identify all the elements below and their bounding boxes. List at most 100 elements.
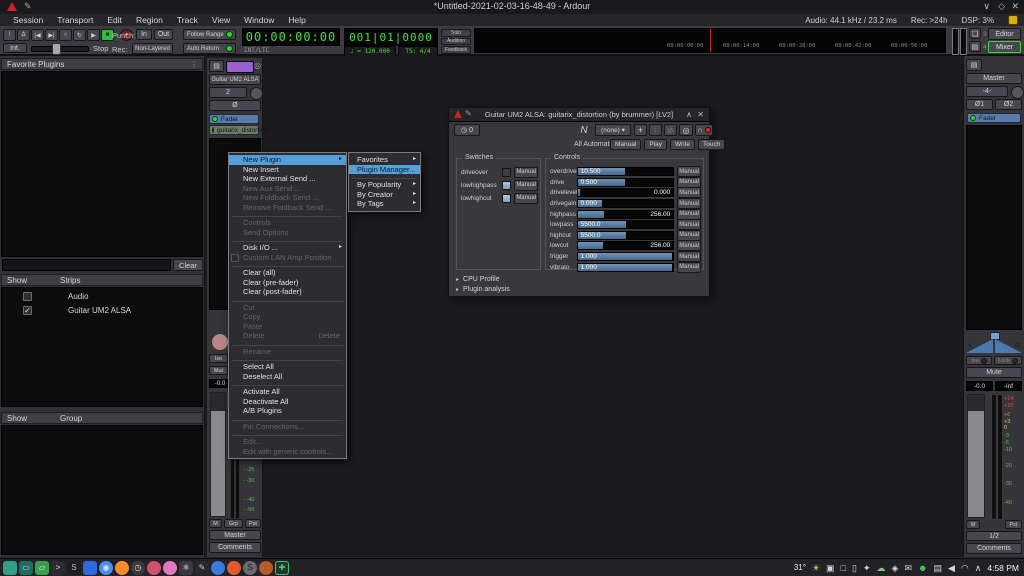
alert-icon[interactable]: ✦	[863, 561, 871, 575]
battery-icon[interactable]: ▯	[852, 561, 857, 575]
menubar-item[interactable]: Track	[170, 15, 205, 25]
fader-mode-icon[interactable]: ▤	[966, 59, 982, 71]
switch-checkbox[interactable]	[502, 168, 511, 177]
mini-timeline[interactable]: 00:00:00:00 00:00:14:00 00:00:28:00 00:0…	[474, 28, 946, 53]
control-slider[interactable]: 256.00	[577, 241, 675, 250]
menubar-item[interactable]: Region	[129, 15, 170, 25]
context-menu-item[interactable]: Custom LAN Amp Position ▸	[229, 253, 346, 263]
latency-button[interactable]: ◷ 0	[454, 124, 480, 136]
context-menu-item[interactable]: Disk I/O ... ▸	[229, 243, 346, 253]
track-color-swatch[interactable]	[226, 61, 254, 73]
input-button[interactable]: 2	[209, 87, 247, 98]
submenu-item[interactable]: Plugin Manager... ▸	[349, 165, 420, 175]
new-window-icon[interactable]: ✚	[275, 561, 289, 575]
fader-mode-icon[interactable]: ▤	[209, 60, 224, 72]
control-slider[interactable]: 5500.0	[577, 231, 675, 240]
transport-button[interactable]: ▶|	[45, 29, 58, 41]
strip-icon[interactable]: ▤	[969, 41, 981, 52]
wifi-icon[interactable]: ◠	[961, 561, 969, 575]
processor-box[interactable]	[966, 125, 1022, 330]
auto-return-button[interactable]: Auto Return	[183, 43, 236, 54]
context-menu-item[interactable]: Copy ▸	[229, 312, 346, 322]
group-button[interactable]: Grp	[224, 519, 243, 528]
strip-visible-checkbox[interactable]: ✓	[23, 306, 32, 315]
control-manual-button[interactable]: Manual	[677, 198, 701, 209]
shield-icon[interactable]: ◈	[892, 561, 899, 575]
control-manual-button[interactable]: Manual	[677, 262, 701, 273]
submenu-item[interactable]: By Tags ▸	[349, 199, 420, 209]
master-output-button[interactable]: -4-	[966, 86, 1008, 97]
mute-button[interactable]: Mut	[209, 366, 228, 375]
paint-app-icon[interactable]	[163, 561, 177, 575]
steam-icon[interactable]: S	[243, 561, 257, 575]
automation-state-button[interactable]: Touch	[698, 139, 725, 150]
iso-button[interactable]: Iso	[966, 356, 992, 365]
metering-point-button[interactable]: Pst	[245, 519, 261, 528]
transport-button[interactable]: !	[3, 29, 16, 41]
menubar-item[interactable]: View	[205, 15, 237, 25]
phase2-button[interactable]: Ø2	[995, 99, 1022, 110]
context-menu-item[interactable]: New Foldback Send ... ▸	[229, 193, 346, 203]
control-slider[interactable]: 1.000	[577, 263, 675, 272]
caret-up-icon[interactable]: ∧	[975, 561, 982, 575]
switch-checkbox[interactable]	[502, 181, 511, 190]
close-button[interactable]: ✕	[1011, 1, 1019, 12]
bypass-button[interactable]: ∩	[695, 124, 713, 136]
gain-fader[interactable]	[210, 392, 226, 517]
clock-app-icon[interactable]: ◷	[131, 561, 145, 575]
track-name-button[interactable]: Guitar UM2 ALSA	[209, 74, 261, 85]
expander-row[interactable]: ▸ CPU Profile	[456, 274, 510, 284]
context-menu-item[interactable]: Edit with generic controls... ▸	[229, 447, 346, 457]
comments-button[interactable]: Comments	[209, 542, 261, 553]
metering-point-button[interactable]: Pst	[1005, 520, 1022, 529]
dialog-close-button[interactable]: ✕	[697, 110, 704, 119]
context-menu-item[interactable]: Deselect All ▸	[229, 372, 346, 382]
control-manual-button[interactable]: Manual	[677, 209, 701, 220]
processor-active-led[interactable]	[212, 116, 218, 122]
peak-display[interactable]: -inf	[995, 381, 1022, 391]
context-menu-item[interactable]: Delete Delete ▸	[229, 331, 346, 341]
bbt-clock[interactable]: 001|01|0000	[344, 28, 438, 46]
dialog-titlebar[interactable]: ✎ Guitar UM2 ALSA: guitarix_distortion (…	[449, 108, 709, 122]
context-menu-item[interactable]: ▸	[232, 238, 343, 242]
switch-manual-button[interactable]: Manual	[514, 180, 538, 191]
window-switch-icon[interactable]: ▤	[933, 561, 942, 575]
transport-button[interactable]: ▶	[87, 29, 100, 41]
plugin-filter-input[interactable]	[2, 259, 171, 271]
submenu-item[interactable]: ▸	[352, 175, 417, 179]
output-button[interactable]: 1/2	[966, 531, 1022, 541]
phase1-button[interactable]: Ø1	[966, 99, 993, 110]
processor-entry[interactable]: guitarix_distortion	[209, 125, 259, 135]
context-menu-item[interactable]: Edit... ▸	[229, 437, 346, 447]
pen-tool-icon[interactable]: ✎	[195, 561, 209, 575]
trim-knob[interactable]	[250, 87, 263, 100]
processor-entry[interactable]: Fader	[209, 114, 259, 124]
spray-app-icon[interactable]: ✱	[179, 561, 193, 575]
context-menu-item[interactable]: ▸	[232, 432, 343, 436]
control-manual-button[interactable]: Manual	[677, 240, 701, 251]
volume-icon[interactable]: ◀	[948, 561, 955, 575]
strip-row[interactable]: Audio	[2, 290, 202, 302]
control-manual-button[interactable]: Manual	[677, 187, 701, 198]
window-icon[interactable]: □	[841, 561, 846, 575]
menubar-item[interactable]: Edit	[100, 15, 129, 25]
sync-source-button[interactable]: Int.	[3, 43, 27, 53]
context-menu-item[interactable]: ▸	[232, 263, 343, 267]
control-slider[interactable]: 1.000	[577, 252, 675, 261]
switch-manual-button[interactable]: Manual	[514, 193, 538, 204]
record-mode-button[interactable]: Non-Layered	[132, 43, 173, 54]
screenshot-icon[interactable]: ▭	[19, 561, 33, 575]
context-menu-item[interactable]: Rename ▸	[229, 347, 346, 357]
browser-icon[interactable]: S	[67, 561, 81, 575]
context-menu-item[interactable]: Controls ▸	[229, 218, 346, 228]
context-menu-item[interactable]: Pin Connections... ▸	[229, 422, 346, 432]
context-menu-item[interactable]: ▸	[232, 213, 343, 217]
master-name-button[interactable]: Master	[966, 73, 1022, 84]
favorites-menu-icon[interactable]: ⋮	[190, 60, 202, 69]
monitor-state-button[interactable]: Audition	[441, 38, 471, 46]
automation-mode-icon[interactable]: N	[576, 124, 592, 137]
delete-preset-button[interactable]: ⊘	[664, 124, 677, 136]
save-preset-button[interactable]: ↓	[649, 124, 662, 136]
cloud-icon[interactable]: ☁	[877, 561, 886, 575]
group-list[interactable]	[1, 425, 203, 555]
